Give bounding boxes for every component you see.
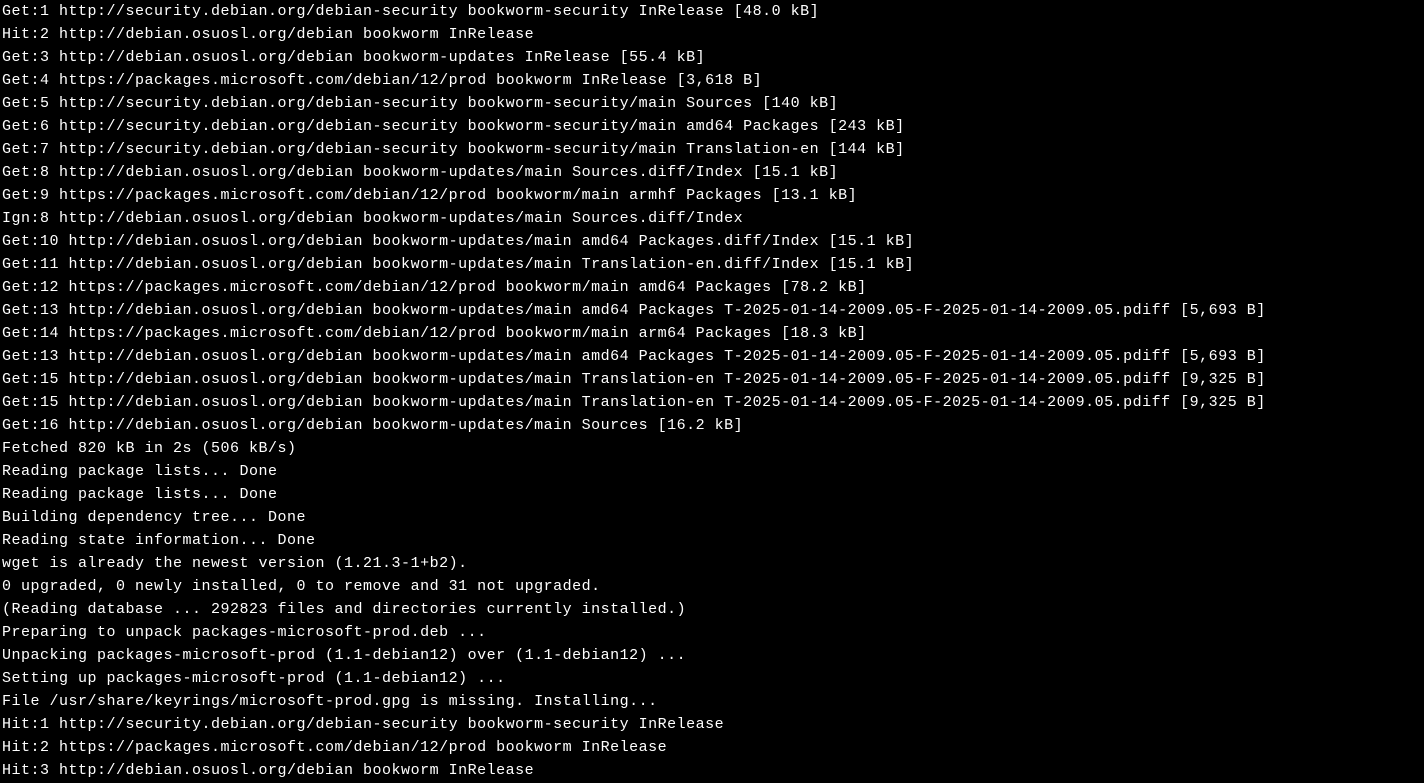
terminal-line: Get:15 http://debian.osuosl.org/debian b… [2,368,1422,391]
terminal-line: Building dependency tree... Done [2,506,1422,529]
terminal-line: Get:8 http://debian.osuosl.org/debian bo… [2,161,1422,184]
terminal-line: Get:6 http://security.debian.org/debian-… [2,115,1422,138]
terminal-line: Get:10 http://debian.osuosl.org/debian b… [2,230,1422,253]
terminal-line: Get:4 https://packages.microsoft.com/deb… [2,69,1422,92]
terminal-line: Get:13 http://debian.osuosl.org/debian b… [2,299,1422,322]
terminal-line: Get:11 http://debian.osuosl.org/debian b… [2,253,1422,276]
terminal-line: Get:7 http://security.debian.org/debian-… [2,138,1422,161]
terminal-output[interactable]: Get:1 http://security.debian.org/debian-… [2,0,1422,782]
terminal-line: Reading package lists... Done [2,483,1422,506]
terminal-line: Get:14 https://packages.microsoft.com/de… [2,322,1422,345]
terminal-line: Setting up packages-microsoft-prod (1.1-… [2,667,1422,690]
terminal-line: Get:13 http://debian.osuosl.org/debian b… [2,345,1422,368]
terminal-line: Hit:1 http://security.debian.org/debian-… [2,713,1422,736]
terminal-line: Unpacking packages-microsoft-prod (1.1-d… [2,644,1422,667]
terminal-line: wget is already the newest version (1.21… [2,552,1422,575]
terminal-line: Hit:2 http://debian.osuosl.org/debian bo… [2,23,1422,46]
terminal-line: Hit:3 http://debian.osuosl.org/debian bo… [2,759,1422,782]
terminal-line: Get:16 http://debian.osuosl.org/debian b… [2,414,1422,437]
terminal-line: Get:9 https://packages.microsoft.com/deb… [2,184,1422,207]
terminal-line: Get:1 http://security.debian.org/debian-… [2,0,1422,23]
terminal-line: Get:12 https://packages.microsoft.com/de… [2,276,1422,299]
terminal-line: Fetched 820 kB in 2s (506 kB/s) [2,437,1422,460]
terminal-line: Get:15 http://debian.osuosl.org/debian b… [2,391,1422,414]
terminal-line: Get:5 http://security.debian.org/debian-… [2,92,1422,115]
terminal-line: Hit:2 https://packages.microsoft.com/deb… [2,736,1422,759]
terminal-line: Ign:8 http://debian.osuosl.org/debian bo… [2,207,1422,230]
terminal-line: (Reading database ... 292823 files and d… [2,598,1422,621]
terminal-line: Reading state information... Done [2,529,1422,552]
terminal-line: 0 upgraded, 0 newly installed, 0 to remo… [2,575,1422,598]
terminal-line: Preparing to unpack packages-microsoft-p… [2,621,1422,644]
terminal-line: Reading package lists... Done [2,460,1422,483]
terminal-line: Get:3 http://debian.osuosl.org/debian bo… [2,46,1422,69]
terminal-line: File /usr/share/keyrings/microsoft-prod.… [2,690,1422,713]
